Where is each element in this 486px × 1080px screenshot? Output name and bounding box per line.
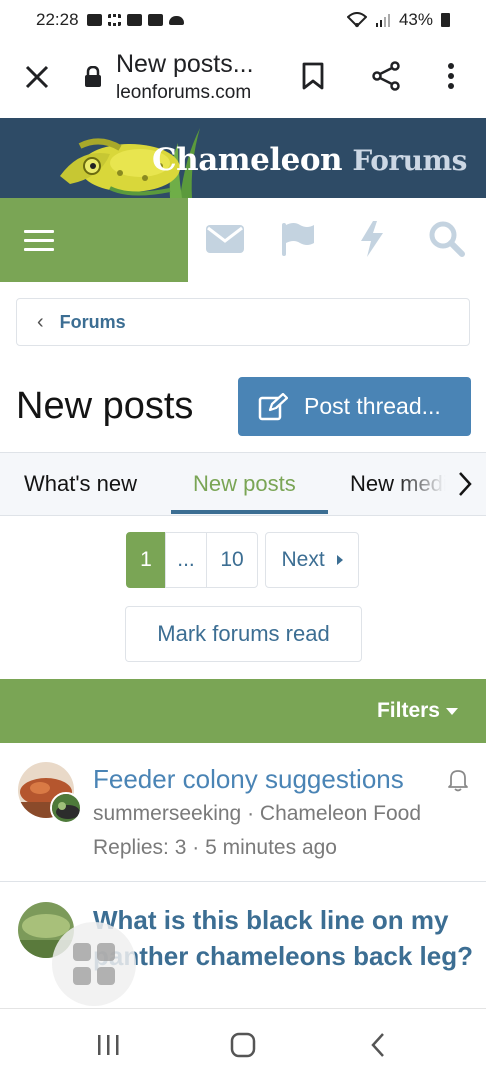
edit-icon [258,392,288,420]
thread-title[interactable]: Feeder colony suggestions [93,764,404,795]
thread-meta: summerseeking · Chameleon Food [93,802,422,825]
post-thread-label: Post thread... [304,393,441,419]
whats-new-button[interactable] [350,218,394,260]
grid-square-icon [97,943,115,961]
share-icon [372,61,400,91]
grid-square-icon [73,967,91,985]
alerts-button[interactable] [276,218,320,260]
page-title: New posts [16,385,194,427]
system-navigation-bar [0,1008,486,1080]
battery-icon [441,13,450,27]
search-button[interactable] [425,218,469,260]
tab-whats-new[interactable]: What's new [24,453,137,515]
home-button[interactable] [223,1027,263,1063]
post-thread-button[interactable]: Post thread... [238,377,471,436]
recent-apps-button[interactable] [88,1027,128,1063]
site-logo-text[interactable]: Chameleon Forums [152,142,467,178]
notification-icons [86,14,184,26]
bookmark-button[interactable] [295,58,331,94]
wifi-icon [346,12,367,28]
site-header: Chameleon Forums [0,118,486,198]
inbox-button[interactable] [203,218,247,260]
chevron-left-icon: ‹ [37,310,44,333]
caret-right-icon [336,555,343,566]
grid-square-icon [73,943,91,961]
hamburger-icon [24,224,54,257]
breadcrumb-forums-link[interactable]: Forums [60,312,126,333]
filters-label: Filters [376,699,440,722]
cloud-icon [168,15,184,25]
chevron-right-icon [459,472,472,496]
back-icon [371,1033,384,1057]
youtube-icon [86,14,102,26]
status-time: 22:28 [36,10,79,29]
battery-percent: 43% [398,10,433,29]
filters-button[interactable]: Filters [377,699,458,723]
more-vertical-icon [448,63,454,89]
next-page-label: Next [281,548,325,571]
avatar-image [52,794,80,822]
bell-icon[interactable] [447,768,469,792]
status-bar: 22:28 43% [0,0,486,40]
lightning-bolt-icon [361,221,383,257]
page-1-button[interactable]: 1 [126,532,166,588]
tab-bar: What's new New posts New media [0,452,486,516]
close-icon [25,65,49,89]
page-jump-button[interactable]: ... [165,532,207,588]
checkbox-icon [126,14,142,26]
browser-toolbar: New posts... leonforums.com [0,40,486,118]
thread-title[interactable]: What is this black line on my panther ch… [93,902,473,974]
browser-url[interactable]: leonforums.com [116,82,251,104]
lock-icon [85,66,101,87]
breadcrumb[interactable]: ‹ Forums [16,298,470,346]
thread-row[interactable]: Feeder colony suggestions summerseeking … [0,744,486,882]
search-icon [429,221,465,257]
filters-bar: Filters [0,679,486,743]
share-button[interactable] [368,58,404,94]
envelope-icon [206,225,244,253]
app-grid-icon [107,14,121,26]
recent-apps-icon [98,1035,119,1055]
page-10-button[interactable]: 10 [206,532,258,588]
logo-secondary-text: Forums [352,144,467,177]
thread-time[interactable]: 5 minutes ago [205,836,337,859]
next-page-button[interactable]: Next [265,532,359,588]
tab-new-posts[interactable]: New posts [193,453,296,515]
tab-scroll-right-button[interactable] [450,463,480,505]
signal-icon [375,14,390,27]
caret-down-icon [446,707,458,715]
thread-stats: Replies: 3 · 5 minutes ago [93,836,337,859]
last-poster-avatar[interactable] [50,792,82,824]
browser-page-title[interactable]: New posts... [116,50,254,79]
floating-app-drawer-button[interactable] [52,922,136,1006]
mark-forums-read-button[interactable]: Mark forums read [125,606,362,662]
site-nav-bar [0,198,486,282]
thread-author[interactable]: summerseeking [93,802,241,825]
menu-button[interactable] [0,198,188,282]
grid-square-icon [97,967,115,985]
more-options-button[interactable] [433,58,469,94]
close-tab-button[interactable] [20,60,54,94]
bookmark-icon [302,62,324,90]
back-button[interactable] [358,1027,398,1063]
thread-replies: Replies: 3 [93,836,187,859]
active-tab-indicator [171,510,328,514]
flag-icon [282,223,314,256]
home-icon [230,1032,256,1058]
thread-forum[interactable]: Chameleon Food [260,802,421,825]
logo-main-text: Chameleon [152,142,343,178]
youtube-icon [147,14,163,26]
